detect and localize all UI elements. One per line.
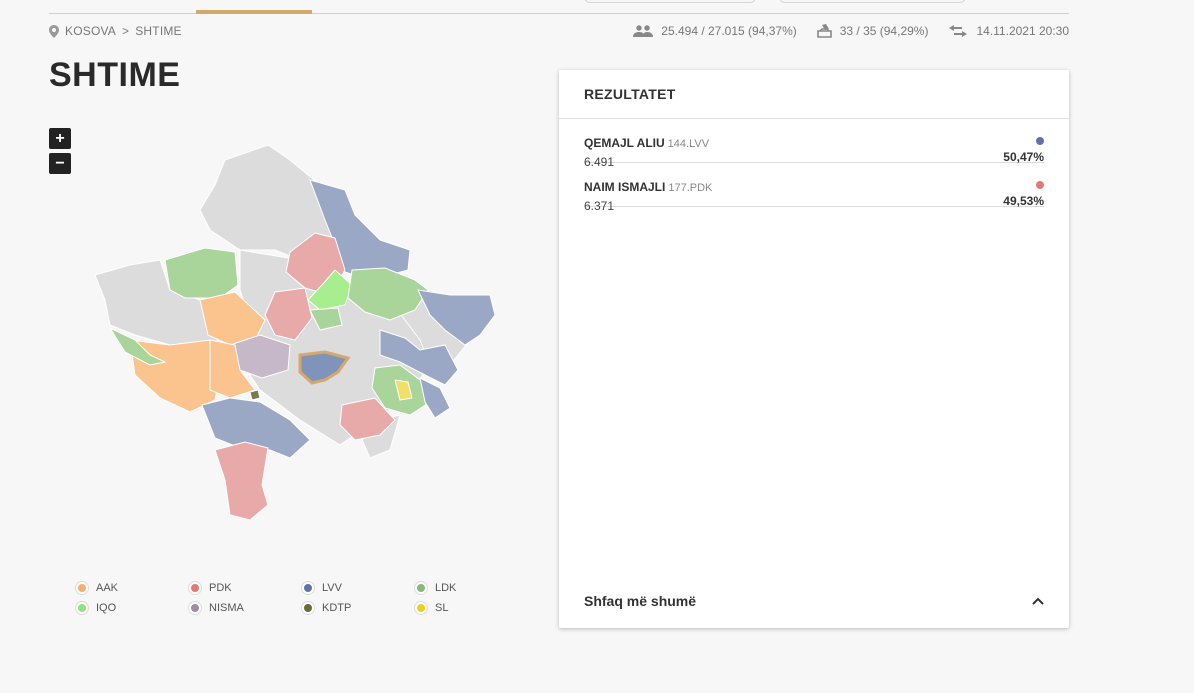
breadcrumb-separator: > [122, 24, 130, 38]
candidate-percent: 49,53% [1003, 194, 1044, 208]
candidate-party-dot [1036, 181, 1044, 189]
legend-label: PDK [209, 582, 232, 594]
sync-arrows-icon [949, 25, 968, 37]
map-region-pdk-dragash[interactable] [214, 441, 269, 521]
candidate-row[interactable]: QEMAJL ALIU 144.LVV 6.491 50,47% [584, 119, 1044, 169]
legend-dot [76, 602, 88, 614]
candidate-percent: 50,47% [1003, 150, 1044, 164]
candidate-party: 144.LVV [667, 138, 710, 150]
stats-bar: 25.494 / 27.015 (94,37%) 33 / 35 (94,29%… [633, 24, 1069, 38]
legend-label: NISMA [209, 602, 244, 614]
candidate-name: QEMAJL ALIU [584, 136, 665, 150]
breadcrumb: KOSOVA > SHTIME [49, 24, 182, 38]
kosovo-map[interactable] [90, 140, 500, 525]
legend-label: LVV [322, 582, 342, 594]
legend-item-kdtp: KDTP [302, 602, 415, 614]
breadcrumb-municipality: SHTIME [135, 24, 182, 38]
legend-label: AAK [96, 582, 119, 594]
candidate-row[interactable]: NAIM ISMAJLI 177.PDK 6.371 49,53% [584, 163, 1044, 213]
turnout-value: 25.494 / 27.015 (94,37%) [661, 24, 797, 38]
candidate-name: NAIM ISMAJLI [584, 180, 666, 194]
legend-item-iqo: IQO [76, 602, 189, 614]
stations-value: 33 / 35 (94,29%) [839, 24, 929, 38]
party-legend: AAK PDK LVV LDK IQO NISMA KDTP SL [76, 582, 528, 614]
legend-item-sl: SL [415, 602, 528, 614]
candidate-party-dot [1036, 137, 1044, 145]
legend-dot [76, 582, 88, 594]
breadcrumb-country[interactable]: KOSOVA [65, 24, 116, 38]
people-icon [633, 25, 654, 37]
legend-item-aak: AAK [76, 582, 189, 594]
updated-stat: 14.11.2021 20:30 [948, 24, 1069, 38]
legend-dot [302, 602, 314, 614]
active-tab-indicator [196, 10, 312, 14]
show-more-label: Shfaq më shumë [584, 593, 697, 609]
legend-item-ldk: LDK [415, 582, 528, 594]
turnout-stat: 25.494 / 27.015 (94,37%) [633, 24, 797, 38]
page-title: SHTIME [49, 56, 181, 94]
updated-value: 14.11.2021 20:30 [976, 24, 1069, 38]
legend-dot [415, 602, 427, 614]
show-more-button[interactable]: Shfaq më shumë [584, 593, 1044, 609]
legend-item-lvv: LVV [302, 582, 415, 594]
tab-stub-1[interactable] [584, 0, 756, 3]
legend-dot [302, 582, 314, 594]
zoom-in-button[interactable]: + [49, 128, 71, 149]
legend-dot [189, 602, 201, 614]
legend-dot [415, 582, 427, 594]
legend-item-pdk: PDK [189, 582, 302, 594]
candidate-votes: 6.371 [584, 199, 615, 213]
legend-label: KDTP [322, 602, 352, 614]
map-region-kdtp[interactable] [249, 389, 261, 401]
location-pin-icon [49, 24, 59, 38]
results-panel: REZULTATET QEMAJL ALIU 144.LVV 6.491 50,4… [559, 70, 1069, 628]
legend-label: SL [435, 602, 449, 614]
legend-item-nisma: NISMA [189, 602, 302, 614]
legend-dot [189, 582, 201, 594]
ballot-box-icon [816, 24, 832, 38]
map-region-ldk-north[interactable] [164, 247, 239, 299]
legend-label: IQO [96, 602, 117, 614]
zoom-out-button[interactable]: − [49, 153, 71, 174]
candidate-party: 177.PDK [668, 182, 713, 194]
results-title: REZULTATET [559, 70, 1069, 119]
stations-stat: 33 / 35 (94,29%) [816, 24, 929, 38]
legend-label: LDK [435, 582, 457, 594]
tab-stub-2[interactable] [779, 0, 966, 3]
chevron-up-icon [1032, 597, 1044, 605]
